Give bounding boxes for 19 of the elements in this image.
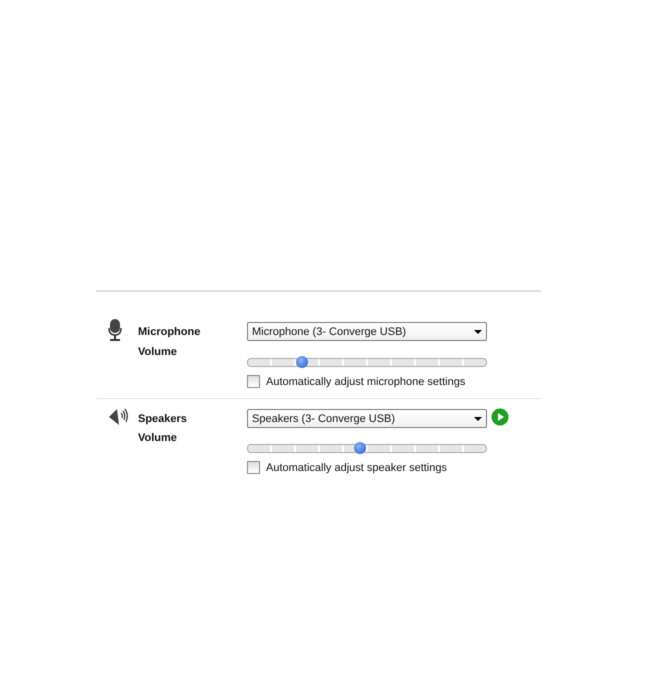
checkbox[interactable] — [247, 461, 260, 474]
microphone-icon — [108, 319, 122, 341]
dropdown-arrow-icon — [474, 330, 482, 334]
dropdown-arrow-icon — [474, 416, 482, 420]
checkbox[interactable] — [247, 375, 260, 388]
volume-label: Volume — [138, 432, 178, 444]
speaker-icon — [108, 407, 128, 427]
checkbox-label: Automatically adjust microphone settings — [266, 376, 466, 388]
volume-label: Volume — [138, 346, 178, 358]
volume-slider[interactable] — [247, 444, 487, 453]
device-label: Microphone — [138, 326, 202, 338]
volume-slider[interactable] — [247, 358, 487, 367]
device-dropdown[interactable]: Speakers (3- Converge USB) — [247, 409, 487, 428]
checkbox-label: Automatically adjust speaker settings — [266, 462, 447, 474]
device-dropdown[interactable]: Microphone (3- Converge USB) — [247, 322, 487, 341]
slider-thumb[interactable] — [296, 356, 308, 368]
slider-thumb[interactable] — [354, 442, 366, 454]
play-button[interactable] — [491, 408, 509, 426]
device-label: Speakers — [138, 412, 188, 424]
